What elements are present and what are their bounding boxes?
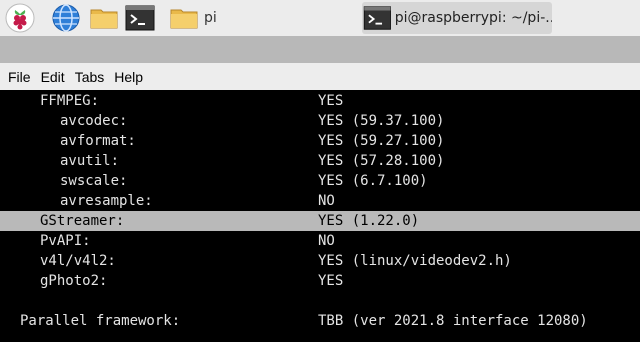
config-key: avcodec:	[60, 113, 128, 129]
config-key: avformat:	[60, 133, 136, 149]
config-key: v4l/v4l2:	[40, 253, 116, 269]
globe-icon[interactable]	[50, 2, 82, 34]
config-value: YES	[318, 93, 344, 109]
terminal-line: avcodec: YES (59.37.100)	[0, 111, 640, 131]
terminal-line: swscale: YES (6.7.100)	[0, 171, 640, 191]
config-key: gPhoto2:	[40, 273, 108, 289]
config-value: YES (59.27.100)	[318, 133, 445, 149]
task-terminal[interactable]: pi@raspberrypi: ~/pi-...	[362, 2, 552, 34]
menu-edit[interactable]: Edit	[41, 67, 65, 87]
folder-icon	[170, 9, 198, 29]
config-key: Parallel framework:	[20, 313, 181, 329]
config-value: NO	[318, 193, 335, 209]
menu-help[interactable]: Help	[114, 67, 143, 87]
config-value: YES (59.37.100)	[318, 113, 445, 129]
terminal-line: v4l/v4l2: YES (linux/videodev2.h)	[0, 251, 640, 271]
config-value: TBB (ver 2021.8 interface 12080)	[318, 313, 588, 329]
terminal-line: Parallel framework: TBB (ver 2021.8 inter…	[0, 311, 640, 331]
terminal-icon	[363, 6, 391, 30]
terminal-output[interactable]: FFMPEG: YES avcodec: YES (59.37.100) avforma…	[0, 90, 640, 342]
config-value: YES (linux/videodev2.h)	[318, 253, 512, 269]
terminal-icon[interactable]	[124, 2, 156, 34]
terminal-line: FFMPEG: YES	[0, 91, 640, 111]
terminal-line-highlighted: GStreamer: YES (1.22.0)	[0, 211, 640, 231]
menu-tabs[interactable]: Tabs	[75, 67, 105, 87]
raspberry-pi-menu-icon[interactable]	[4, 2, 36, 34]
menubar: File Edit Tabs Help	[0, 63, 640, 90]
terminal-line: PvAPI: NO	[0, 231, 640, 251]
window-titlebar[interactable]	[0, 36, 640, 63]
folder-icon[interactable]	[88, 2, 120, 34]
config-key: GStreamer:	[40, 213, 125, 229]
config-key: avresample:	[60, 193, 153, 209]
terminal-line: avutil: YES (57.28.100)	[0, 151, 640, 171]
task-label: pi	[204, 10, 217, 26]
config-key: PvAPI:	[40, 233, 91, 249]
config-key: FFMPEG:	[40, 93, 100, 109]
config-key: avutil:	[60, 153, 120, 169]
config-value: YES (6.7.100)	[318, 173, 428, 189]
config-key: swscale:	[60, 173, 128, 189]
terminal-line: avformat: YES (59.27.100)	[0, 131, 640, 151]
terminal-line: avresample: NO	[0, 191, 640, 211]
config-value: NO	[318, 233, 335, 249]
config-value: YES	[318, 273, 344, 289]
task-label: pi@raspberrypi: ~/pi-...	[394, 10, 552, 26]
menu-file[interactable]: File	[8, 67, 31, 87]
config-value: YES (57.28.100)	[318, 153, 445, 169]
task-pi-folder[interactable]: pi	[168, 0, 217, 36]
taskbar: pi pi@raspberrypi: ~/pi-...	[0, 0, 640, 36]
terminal-line: gPhoto2: YES	[0, 271, 640, 291]
config-value: YES (1.22.0)	[318, 213, 420, 229]
